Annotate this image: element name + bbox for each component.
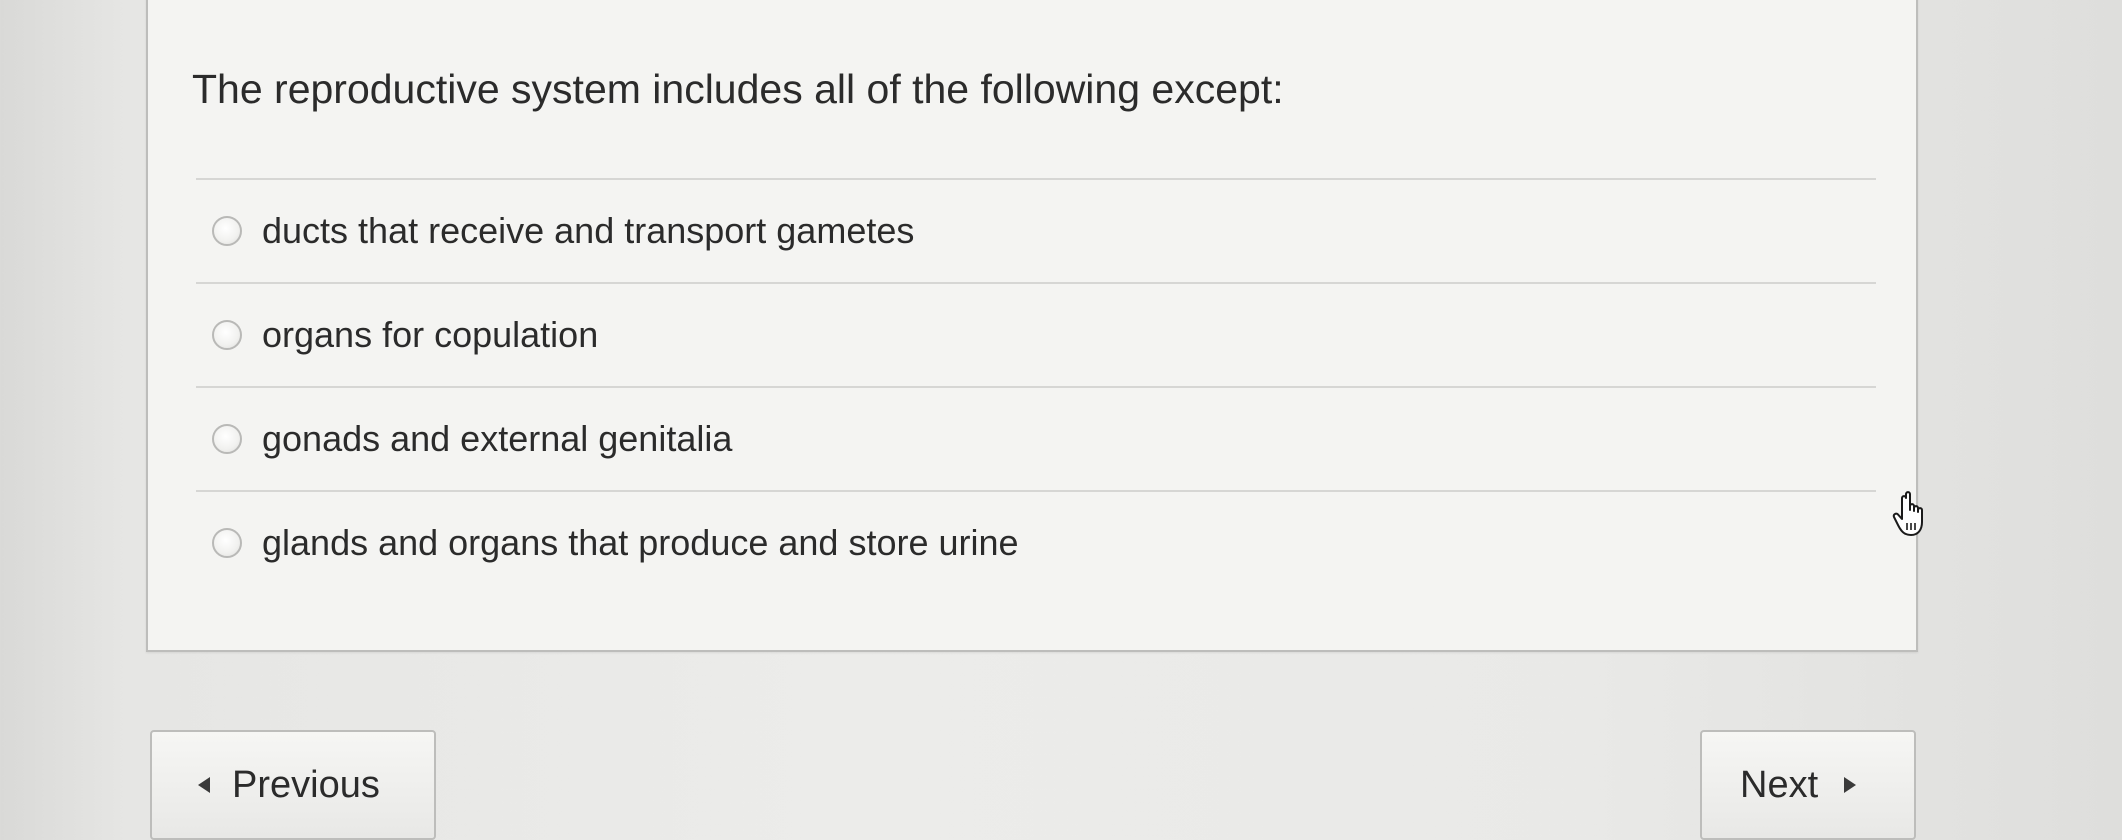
- answer-option[interactable]: gonads and external genitalia: [196, 386, 1876, 490]
- question-text: The reproductive system includes all of …: [192, 66, 1284, 112]
- question-card: The reproductive system includes all of …: [146, 0, 1923, 652]
- answer-option-label: glands and organs that produce and store…: [262, 522, 1019, 563]
- answer-option[interactable]: organs for copulation: [196, 282, 1876, 386]
- answer-option[interactable]: glands and organs that produce and store…: [196, 490, 1876, 594]
- answer-option[interactable]: ducts that receive and transport gametes: [196, 178, 1876, 282]
- previous-button[interactable]: Previous: [150, 730, 436, 840]
- hand-pointer-icon: [1892, 491, 1923, 536]
- next-button-label: Next: [1740, 763, 1819, 806]
- radio-button-icon[interactable]: [212, 320, 242, 350]
- previous-button-label: Previous: [232, 763, 380, 806]
- triangle-left-icon: [198, 777, 210, 793]
- next-button[interactable]: Next: [1700, 730, 1916, 840]
- answer-option-label: ducts that receive and transport gametes: [262, 210, 915, 251]
- radio-button-icon[interactable]: [212, 424, 242, 454]
- answer-options: ducts that receive and transport gametes…: [196, 178, 1876, 594]
- answer-option-label: gonads and external genitalia: [262, 418, 733, 459]
- radio-button-icon[interactable]: [212, 216, 242, 246]
- answer-option-label: organs for copulation: [262, 314, 599, 355]
- radio-button-icon[interactable]: [212, 528, 242, 558]
- triangle-right-icon: [1844, 777, 1857, 793]
